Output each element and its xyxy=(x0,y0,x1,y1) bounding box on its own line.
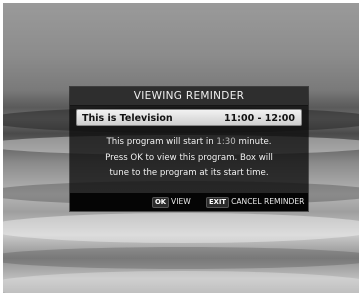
view-button[interactable]: OK VIEW xyxy=(152,193,191,211)
countdown-value: 1:30 xyxy=(216,137,236,147)
dialog-title: VIEWING REMINDER xyxy=(70,87,308,106)
background-wave xyxy=(3,213,359,243)
viewing-reminder-dialog: VIEWING REMINDER This is Television 11:0… xyxy=(70,87,308,211)
reminder-message: This program will start in 1:30 minute. … xyxy=(74,135,304,182)
message-suffix: minute. xyxy=(235,137,272,147)
program-title: This is Television xyxy=(82,113,173,124)
program-info-bar: This is Television 11:00 - 12:00 xyxy=(76,109,302,126)
background-wave xyxy=(3,247,359,269)
message-prefix: This program will start in xyxy=(106,137,217,147)
tv-screen: VIEWING REMINDER This is Television 11:0… xyxy=(3,3,359,293)
view-label: VIEW xyxy=(171,197,191,206)
message-line-1: This program will start in 1:30 minute. xyxy=(74,135,304,151)
message-line-3: tune to the program at its start time. xyxy=(109,168,269,178)
exit-key-icon: EXIT xyxy=(206,196,230,208)
dialog-footer: OK VIEW EXIT CANCEL REMINDER xyxy=(70,193,308,211)
program-time: 11:00 - 12:00 xyxy=(223,113,295,124)
cancel-reminder-label: CANCEL REMINDER xyxy=(231,197,305,206)
message-line-2: Press OK to view this program. Box will xyxy=(105,152,273,163)
cancel-reminder-button[interactable]: EXIT CANCEL REMINDER xyxy=(206,193,304,211)
background-wave xyxy=(3,271,359,293)
ok-key-icon: OK xyxy=(152,196,170,208)
